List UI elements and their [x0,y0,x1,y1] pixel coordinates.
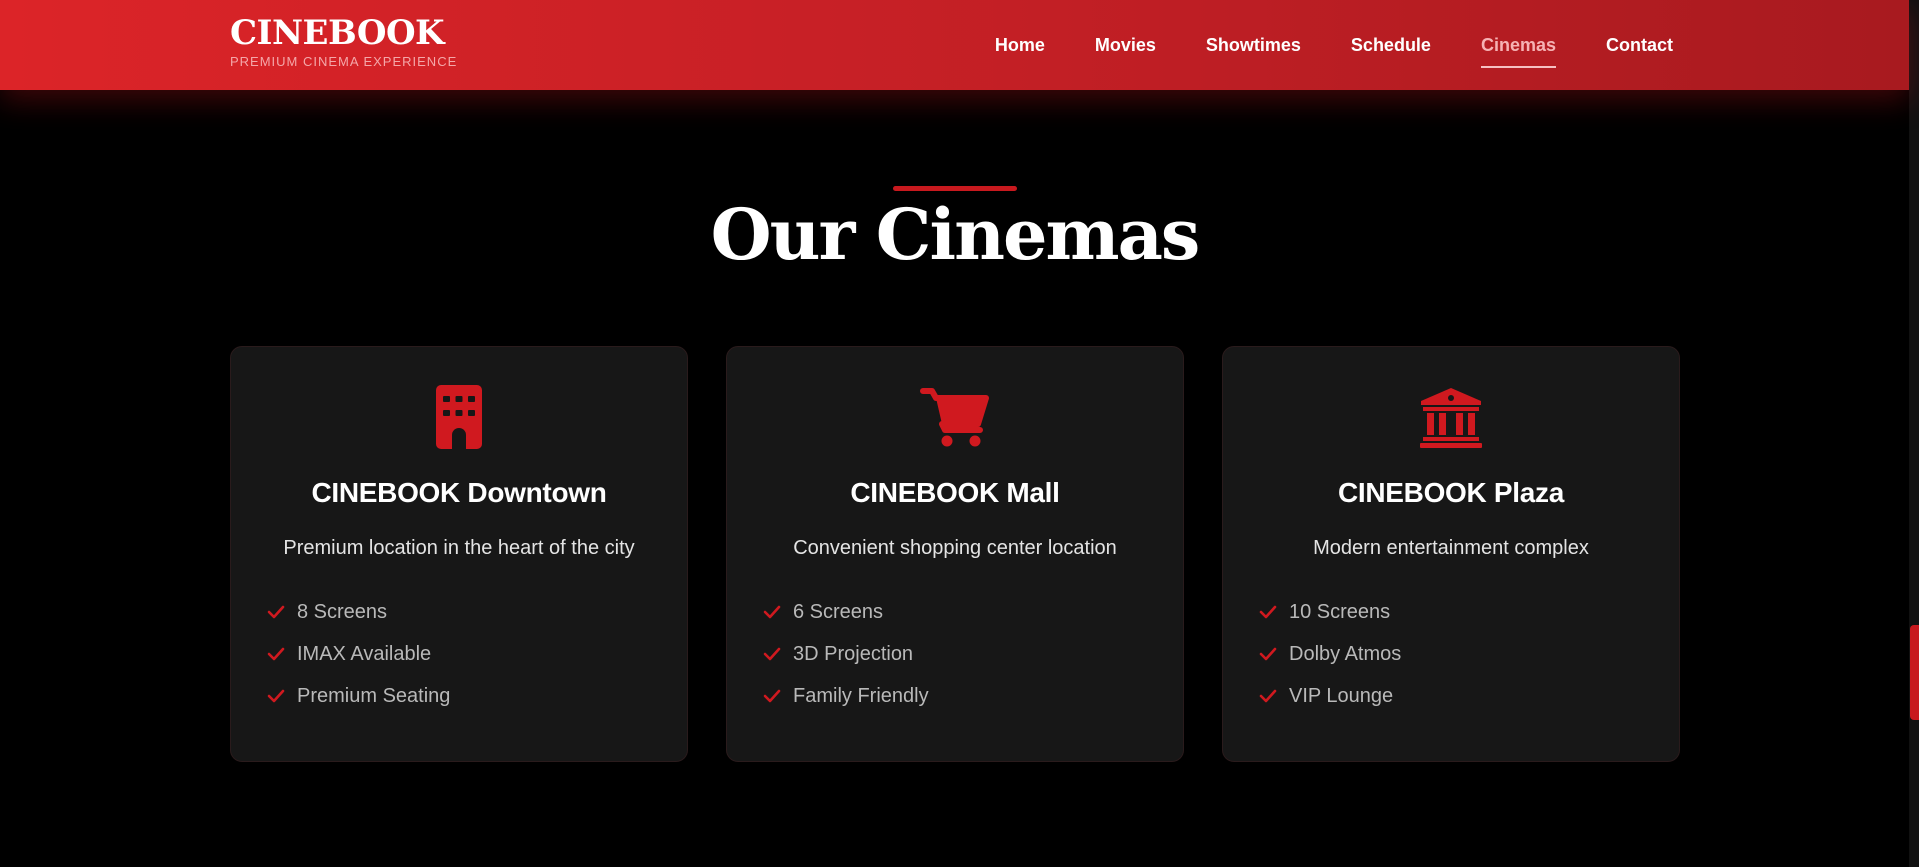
scrollbar-thumb[interactable] [1910,625,1919,720]
nav-link-home[interactable]: Home [995,29,1045,62]
brand-tagline: PREMIUM CINEMA EXPERIENCE [230,54,458,69]
feature-label: IMAX Available [297,642,432,665]
feature-label: 8 Screens [297,600,388,623]
cinema-name: CINEBOOK Downtown [311,477,607,508]
feature-list: 6 Screens 3D Projection Family Friendly [763,591,929,717]
check-icon [763,605,781,619]
site-header: CINEBOOK PREMIUM CINEMA EXPERIENCE Home … [0,0,1909,90]
check-icon [763,689,781,703]
feature-item: Premium Seating [267,675,450,717]
feature-label: Premium Seating [297,684,451,707]
check-icon [267,647,285,661]
cinema-name: CINEBOOK Plaza [1337,477,1565,508]
check-icon [267,605,285,619]
nav-link-showtimes[interactable]: Showtimes [1206,29,1301,62]
feature-item: 8 Screens [267,591,450,633]
feature-item: Dolby Atmos [1259,633,1401,675]
feature-label: 6 Screens [793,600,884,623]
landmark-icon [1223,385,1679,449]
cinema-card-plaza[interactable]: CINEBOOK Plaza Modern entertainment comp… [1222,346,1680,762]
building-icon [231,385,687,449]
cinema-cards: CINEBOOK Downtown Premium location in th… [230,346,1680,762]
main-nav: Home Movies Showtimes Schedule Cinemas C… [995,0,1673,90]
page: CINEBOOK PREMIUM CINEMA EXPERIENCE Home … [0,0,1919,867]
feature-list: 10 Screens Dolby Atmos VIP Lounge [1259,591,1401,717]
nav-link-schedule[interactable]: Schedule [1351,29,1431,62]
cinema-description: Modern entertainment complex [1313,537,1589,559]
cinema-description: Convenient shopping center location [793,537,1117,559]
feature-list: 8 Screens IMAX Available Premium Seating [267,591,450,717]
feature-label: 10 Screens [1289,600,1391,623]
cinema-card-mall[interactable]: CINEBOOK Mall Convenient shopping center… [726,346,1184,762]
check-icon [1259,605,1277,619]
check-icon [267,689,285,703]
shopping-cart-icon [727,385,1183,449]
nav-link-movies[interactable]: Movies [1095,29,1156,62]
nav-link-cinemas[interactable]: Cinemas [1480,29,1557,68]
feature-item: Family Friendly [763,675,929,717]
page-title: Our Cinemas [710,193,1201,276]
cinema-name: CINEBOOK Mall [850,477,1060,508]
feature-label: VIP Lounge [1289,684,1394,707]
check-icon [763,647,781,661]
feature-item: 3D Projection [763,633,929,675]
check-icon [1259,689,1277,703]
check-icon [1259,647,1277,661]
feature-item: VIP Lounge [1259,675,1401,717]
cinema-card-downtown[interactable]: CINEBOOK Downtown Premium location in th… [230,346,688,762]
feature-label: 3D Projection [793,642,914,665]
feature-label: Family Friendly [793,684,929,707]
feature-item: 10 Screens [1259,591,1401,633]
feature-item: IMAX Available [267,633,450,675]
feature-item: 6 Screens [763,591,929,633]
scrollbar[interactable] [1909,0,1919,867]
cinema-description: Premium location in the heart of the cit… [283,537,635,559]
brand-title: CINEBOOK [230,13,445,53]
feature-label: Dolby Atmos [1289,642,1402,665]
nav-link-contact[interactable]: Contact [1606,29,1673,62]
heading-accent-line [893,186,1017,191]
brand-logo[interactable]: CINEBOOK PREMIUM CINEMA EXPERIENCE [230,14,457,69]
